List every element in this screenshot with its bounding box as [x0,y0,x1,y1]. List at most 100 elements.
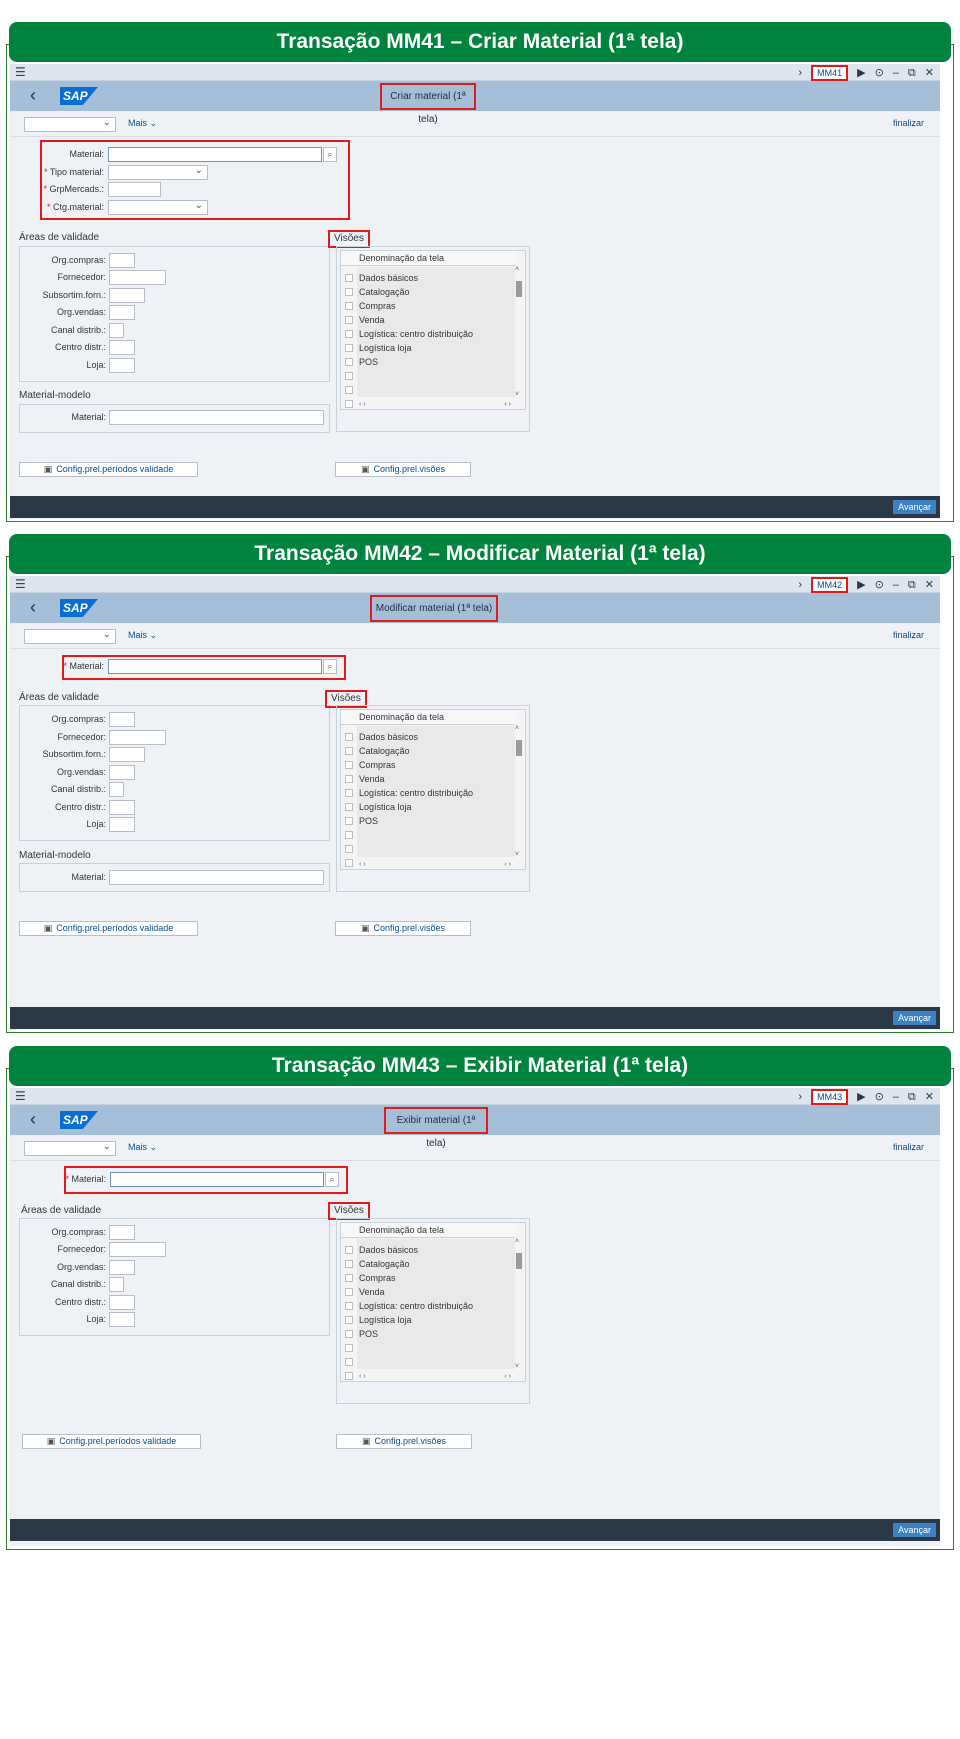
validity-field-input[interactable] [109,1277,124,1292]
horizontal-scroll-right[interactable]: ‹ › [504,1373,511,1380]
views-table-row-empty[interactable] [341,1369,515,1383]
row-checkbox[interactable] [345,386,353,394]
header-field-input[interactable] [108,182,161,197]
views-table-row-empty[interactable] [341,1341,515,1355]
row-checkbox[interactable] [345,344,353,352]
views-table-row[interactable]: POS [341,1327,515,1341]
header-field-input[interactable]: ⌄ [108,200,208,215]
exit-button[interactable]: finalizar [893,118,924,128]
exit-button[interactable]: finalizar [893,1142,924,1152]
next-button[interactable]: Avançar [893,500,936,514]
row-checkbox[interactable] [345,1260,353,1268]
row-checkbox[interactable] [345,400,353,408]
row-checkbox[interactable] [345,274,353,282]
row-checkbox[interactable] [345,831,353,839]
row-checkbox[interactable] [345,302,353,310]
views-table-row[interactable]: Logística loja [341,341,515,355]
vertical-scrollbar[interactable]: ˄ ˅ [515,1238,522,1370]
views-table-row[interactable]: Logística: centro distribuição [341,786,515,800]
row-checkbox[interactable] [345,817,353,825]
vertical-scrollbar[interactable]: ˄ ˅ [515,725,522,858]
row-checkbox[interactable] [345,1316,353,1324]
horizontal-scroll-right[interactable]: ‹ › [504,401,511,408]
views-table-row[interactable]: POS [341,355,515,369]
scroll-thumb[interactable] [516,1253,522,1269]
views-table-row[interactable]: Dados básicos [341,730,515,744]
model-field-input[interactable] [109,410,324,425]
row-checkbox[interactable] [345,733,353,741]
row-checkbox[interactable] [345,1344,353,1352]
restore-icon[interactable]: ⧉ [908,67,916,79]
close-icon[interactable]: ✕ [925,67,934,79]
play-icon[interactable]: ▶ [857,579,865,591]
lock-icon[interactable]: ⊙ [875,1091,884,1103]
scroll-down-icon[interactable]: ˅ [515,851,519,858]
validity-field-input[interactable] [109,1225,135,1240]
validity-field-input[interactable] [109,340,135,355]
views-table-row[interactable]: Venda [341,772,515,786]
views-table-row-empty[interactable] [341,828,515,842]
row-checkbox[interactable] [345,1274,353,1282]
vertical-scrollbar[interactable]: ˄ ˅ [515,266,522,398]
value-help-icon[interactable]: ⌕ [323,147,337,162]
views-table-row-empty[interactable] [341,856,515,870]
header-field-input[interactable] [108,147,322,162]
play-icon[interactable]: ▶ [857,1091,865,1103]
close-icon[interactable]: ✕ [925,579,934,591]
views-table-row[interactable]: Catalogação [341,744,515,758]
back-icon[interactable]: ‹ [30,84,36,106]
row-checkbox[interactable] [345,1372,353,1380]
minimize-icon[interactable]: – [893,67,899,79]
views-table-row[interactable]: Compras [341,1271,515,1285]
row-checkbox[interactable] [345,803,353,811]
validity-field-input[interactable] [109,765,135,780]
config-periods-button[interactable]: ▣ Config.prel.períodos validade [19,921,198,936]
row-checkbox[interactable] [345,789,353,797]
row-checkbox[interactable] [345,747,353,755]
back-icon[interactable]: ‹ [30,1108,36,1130]
header-field-input[interactable] [110,1172,324,1187]
row-checkbox[interactable] [345,1246,353,1254]
variant-dropdown[interactable]: ⌄ [24,1141,116,1156]
validity-field-input[interactable] [109,253,135,268]
config-views-button[interactable]: ▣ Config.prel.visões [335,921,471,936]
row-checkbox[interactable] [345,859,353,867]
views-table-row-empty[interactable] [341,369,515,383]
validity-field-input[interactable] [109,358,135,373]
row-checkbox[interactable] [345,372,353,380]
views-table-row[interactable]: Compras [341,299,515,313]
minimize-icon[interactable]: – [893,1091,899,1103]
validity-field-input[interactable] [109,1312,135,1327]
value-help-icon[interactable]: ⌕ [323,659,337,674]
horizontal-scroll-right[interactable]: ‹ › [504,861,511,868]
validity-field-input[interactable] [109,323,124,338]
scroll-up-icon[interactable]: ˄ [515,1238,519,1245]
config-periods-button[interactable]: ▣ Config.prel.períodos validade [19,462,198,477]
close-icon[interactable]: ✕ [925,1091,934,1103]
validity-field-input[interactable] [109,747,145,762]
scroll-down-icon[interactable]: ˅ [515,1363,519,1370]
more-menu-button[interactable]: Mais ⌄ [128,630,157,641]
views-table-row-empty[interactable] [341,842,515,856]
horizontal-scroll-left[interactable]: ‹ › [359,401,366,408]
scroll-down-icon[interactable]: ˅ [515,391,519,398]
row-checkbox[interactable] [345,845,353,853]
views-table-row[interactable]: Compras [341,758,515,772]
views-table-row[interactable]: Catalogação [341,1257,515,1271]
more-menu-button[interactable]: Mais ⌄ [128,1142,157,1153]
views-table-row[interactable]: Catalogação [341,285,515,299]
next-button[interactable]: Avançar [893,1011,936,1025]
row-checkbox[interactable] [345,330,353,338]
chevron-right-icon[interactable]: › [798,1091,802,1103]
validity-field-input[interactable] [109,1242,166,1257]
views-table-row-empty[interactable] [341,1355,515,1369]
views-table-row[interactable]: Venda [341,313,515,327]
row-checkbox[interactable] [345,316,353,324]
minimize-icon[interactable]: – [893,579,899,591]
validity-field-input[interactable] [109,270,166,285]
hamburger-menu-icon[interactable]: ☰ [15,577,26,591]
scroll-thumb[interactable] [516,281,522,297]
views-table-row[interactable]: Logística loja [341,800,515,814]
views-table-row[interactable]: POS [341,814,515,828]
play-icon[interactable]: ▶ [857,67,865,79]
